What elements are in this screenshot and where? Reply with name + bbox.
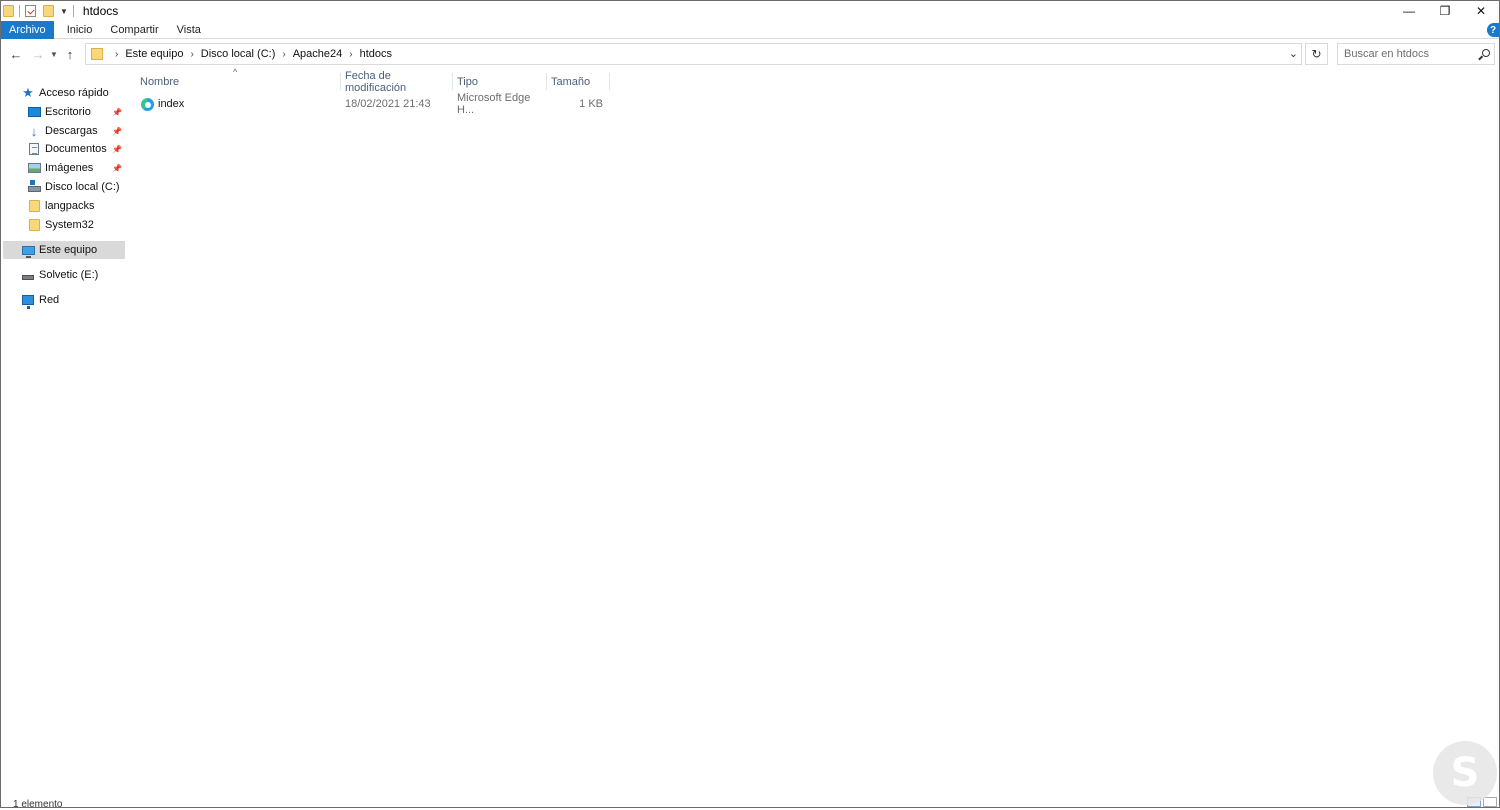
folder-icon: [27, 218, 41, 232]
properties-icon[interactable]: [25, 5, 36, 17]
nav-label: Documentos: [45, 143, 107, 155]
watermark-glyph: S: [1450, 750, 1480, 796]
chevron-down-icon: ▼: [50, 49, 58, 59]
customize-toolbar-icon[interactable]: ▼: [60, 7, 68, 16]
pin-icon[interactable]: 📌: [112, 108, 122, 117]
column-header-tipo[interactable]: Tipo: [453, 73, 546, 90]
file-size: 1 KB: [579, 98, 603, 110]
file-explorer-window: ▼ htdocs — ❐ ✕ Archivo Inicio Compartir …: [0, 0, 1500, 810]
network-icon: [21, 293, 35, 309]
nav-descargas[interactable]: ↓ Descargas 📌: [3, 122, 125, 140]
tab-vista[interactable]: Vista: [170, 21, 208, 39]
chevron-right-icon[interactable]: ›: [349, 49, 352, 60]
address-bar[interactable]: › Este equipo › Disco local (C:) › Apach…: [85, 43, 1302, 65]
breadcrumb-disco-local[interactable]: Disco local (C:): [201, 48, 276, 60]
search-icon[interactable]: [1476, 49, 1494, 58]
desktop-icon: [27, 105, 41, 119]
divider: [19, 5, 20, 17]
folder-icon: [91, 48, 103, 60]
nav-label: Escritorio: [45, 106, 91, 118]
nav-label: langpacks: [45, 200, 95, 212]
watermark-logo: S: [1433, 741, 1497, 805]
help-icon[interactable]: ?: [1487, 23, 1499, 37]
divider: [72, 5, 74, 17]
nav-label: Disco local (C:): [45, 181, 120, 193]
star-icon: ★: [22, 85, 34, 100]
arrow-up-icon: ↑: [66, 46, 74, 62]
tab-archivo[interactable]: Archivo: [1, 20, 54, 39]
address-dropdown-icon[interactable]: ⌄: [1289, 47, 1298, 60]
restore-button[interactable]: ❐: [1427, 1, 1463, 21]
edge-icon: [141, 97, 154, 111]
recent-locations-button[interactable]: ▼: [47, 43, 61, 65]
column-divider[interactable]: [609, 73, 610, 90]
pin-icon[interactable]: 📌: [112, 145, 122, 154]
file-type: Microsoft Edge H...: [457, 92, 531, 116]
nav-documentos[interactable]: Documentos 📌: [3, 140, 125, 158]
nav-imagenes[interactable]: Imágenes 📌: [3, 159, 125, 177]
nav-solvetic[interactable]: Solvetic (E:): [3, 266, 125, 284]
divider: [39, 5, 40, 17]
status-item-count: 1 elemento: [13, 799, 63, 810]
file-name: index: [158, 98, 185, 110]
nav-label: Imágenes: [45, 162, 94, 174]
file-name-cell[interactable]: index: [141, 95, 341, 113]
nav-escritorio[interactable]: Escritorio 📌: [3, 103, 125, 121]
arrow-left-icon: ←: [9, 46, 23, 62]
up-button[interactable]: ↑: [61, 43, 79, 65]
pictures-icon: [27, 161, 41, 175]
arrow-right-icon: →: [31, 46, 45, 62]
column-header-tamano[interactable]: Tamaño: [547, 73, 609, 90]
nav-red[interactable]: Red: [3, 291, 125, 309]
title-bar: ▼ htdocs — ❐ ✕: [1, 1, 1499, 21]
forward-button[interactable]: →: [29, 43, 47, 65]
nav-system32[interactable]: System32: [3, 216, 125, 234]
new-folder-icon[interactable]: [43, 5, 54, 17]
usb-drive-icon: [21, 268, 35, 282]
close-button[interactable]: ✕: [1463, 1, 1499, 21]
navigation-pane: ★ Acceso rápido Escritorio 📌 ↓ Descargas…: [3, 79, 125, 779]
chevron-right-icon[interactable]: ›: [190, 49, 193, 60]
nav-label: System32: [45, 219, 94, 231]
folder-icon: [27, 199, 41, 213]
column-header-nombre[interactable]: Nombre: [136, 73, 340, 90]
folder-icon: [3, 5, 14, 17]
minimize-button[interactable]: —: [1391, 1, 1427, 21]
search-input[interactable]: Buscar en htdocs: [1338, 48, 1476, 60]
back-button[interactable]: ←: [7, 43, 25, 65]
nav-label: Acceso rápido: [39, 87, 109, 99]
search-box[interactable]: Buscar en htdocs: [1337, 43, 1495, 65]
chevron-right-icon[interactable]: ›: [115, 49, 118, 60]
tab-compartir[interactable]: Compartir: [103, 21, 165, 39]
nav-quick-access[interactable]: ★ Acceso rápido: [3, 84, 125, 102]
table-row[interactable]: index 18/02/2021 21:43 Microsoft Edge H.…: [137, 92, 609, 116]
tab-inicio[interactable]: Inicio: [60, 21, 100, 39]
refresh-button[interactable]: ↻: [1305, 43, 1328, 65]
breadcrumb-este-equipo[interactable]: Este equipo: [125, 48, 183, 60]
pin-icon[interactable]: 📌: [112, 127, 122, 136]
large-icons-view-icon[interactable]: [1483, 797, 1497, 807]
column-header-fecha[interactable]: Fecha de modificación: [341, 70, 452, 94]
nav-label: Descargas: [45, 125, 98, 137]
quick-access-toolbar: ▼: [1, 1, 79, 21]
nav-label: Red: [39, 294, 60, 306]
computer-icon: [21, 243, 35, 258]
refresh-icon: ↻: [1311, 47, 1322, 61]
navigation-bar: ← → ▼ ↑ › Este equipo › Disco local (C:)…: [1, 40, 1499, 68]
drive-icon: [27, 180, 41, 194]
window-title: htdocs: [82, 4, 119, 18]
document-icon: [27, 142, 41, 156]
nav-langpacks[interactable]: langpacks: [3, 197, 125, 215]
breadcrumb-htdocs[interactable]: htdocs: [360, 48, 392, 60]
breadcrumb-apache24[interactable]: Apache24: [293, 48, 343, 60]
nav-label: Este equipo: [39, 244, 98, 256]
nav-este-equipo[interactable]: Este equipo: [3, 241, 125, 259]
pin-icon[interactable]: 📌: [112, 164, 122, 173]
file-date: 18/02/2021 21:43: [345, 98, 431, 110]
ribbon-tabs: Archivo Inicio Compartir Vista ?: [1, 20, 1499, 39]
nav-label: Solvetic (E:): [39, 269, 99, 281]
chevron-right-icon[interactable]: ›: [282, 49, 285, 60]
nav-disco-local[interactable]: Disco local (C:): [3, 178, 125, 196]
download-icon: ↓: [30, 123, 38, 139]
